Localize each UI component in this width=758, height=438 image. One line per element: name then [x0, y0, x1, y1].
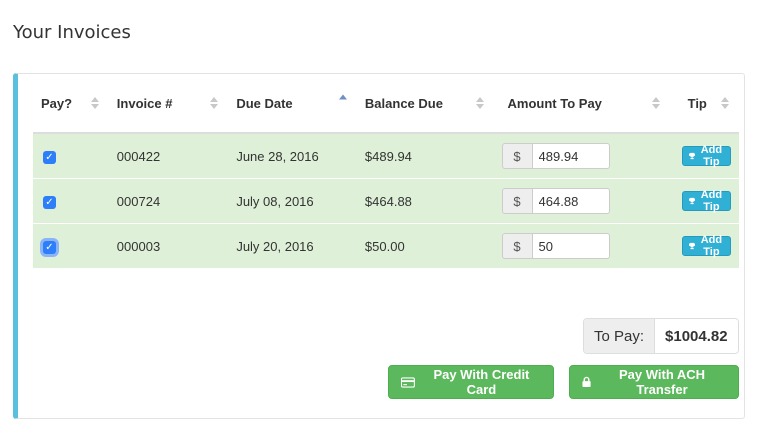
amount-cell: $ — [493, 223, 670, 268]
table-row: ✓ 000422 June 28, 2016 $489.94 $ 489.94 … — [33, 132, 739, 179]
currency-addon: $ — [501, 188, 532, 214]
header-due-date-label: Due Date — [236, 95, 293, 111]
credit-card-icon — [401, 376, 415, 388]
currency-addon: $ — [501, 143, 532, 169]
invoice-number: 000003 — [108, 223, 229, 268]
add-tip-label: Add Tip — [700, 144, 723, 168]
header-tip[interactable]: Tip — [669, 74, 739, 134]
pay-checkbox[interactable]: ✓ — [43, 241, 56, 255]
balance-due: $464.88 — [356, 178, 494, 224]
add-tip-label: Add Tip — [700, 234, 723, 258]
sort-icon[interactable] — [90, 97, 99, 109]
header-due-date[interactable]: Due Date — [228, 74, 357, 134]
amount-input-group: $ — [501, 188, 610, 214]
sort-icon[interactable] — [721, 97, 729, 109]
pay-cell: ✓ — [33, 132, 109, 179]
balance-due: $489.94 — [356, 132, 494, 179]
trophy-icon — [688, 242, 695, 250]
invoices-table-wrap: Pay? Invoice # Due Date Balance Due Amou… — [33, 74, 739, 268]
lock-icon — [582, 376, 591, 387]
amount-input[interactable] — [531, 143, 610, 169]
invoices-panel: Pay? Invoice # Due Date Balance Due Amou… — [13, 73, 745, 419]
invoices-table: Pay? Invoice # Due Date Balance Due Amou… — [33, 74, 739, 268]
header-amount-label: Amount To Pay — [507, 95, 602, 111]
amount-input-group: $ — [501, 143, 610, 169]
invoice-number: 000422 — [108, 132, 229, 179]
checkmark-icon: ✓ — [45, 241, 54, 253]
add-tip-button[interactable]: Add Tip — [681, 189, 731, 213]
invoice-number: 000724 — [108, 178, 229, 224]
sort-icon[interactable] — [475, 97, 484, 109]
table-header-row: Pay? Invoice # Due Date Balance Due Amou… — [33, 74, 739, 134]
due-date: June 28, 2016 — [228, 132, 357, 179]
tip-cell: Add Tip — [669, 132, 739, 179]
header-pay-label: Pay? — [41, 95, 73, 111]
amount-input[interactable] — [531, 188, 610, 214]
pay-cell: ✓ — [33, 178, 109, 224]
pay-ach-label: Pay With ACH Transfer — [619, 367, 706, 397]
checkmark-icon: ✓ — [45, 151, 54, 163]
header-balance[interactable]: Balance Due — [356, 74, 494, 134]
add-tip-button[interactable]: Add Tip — [681, 234, 731, 258]
to-pay-summary: To Pay: $1004.82 — [583, 318, 739, 354]
to-pay-label: To Pay: — [584, 319, 656, 353]
due-date: July 08, 2016 — [228, 178, 357, 224]
amount-input[interactable] — [531, 233, 610, 259]
pay-credit-card-button[interactable]: Pay With Credit Card — [388, 365, 554, 399]
header-pay[interactable]: Pay? — [33, 74, 109, 134]
header-invoice[interactable]: Invoice # — [108, 74, 229, 134]
header-invoice-label: Invoice # — [116, 95, 173, 111]
tip-cell: Add Tip — [669, 223, 739, 268]
trophy-icon — [688, 152, 695, 160]
pay-cell: ✓ — [33, 223, 109, 268]
pay-checkbox[interactable]: ✓ — [43, 151, 56, 165]
amount-cell: $ — [493, 132, 670, 179]
sort-icon[interactable] — [210, 97, 219, 109]
trophy-icon — [688, 197, 695, 205]
pay-checkbox[interactable]: ✓ — [43, 196, 56, 210]
table-row: ✓ 000003 July 20, 2016 $50.00 $ 50 Add T… — [33, 223, 739, 268]
balance-due: $50.00 — [356, 223, 494, 268]
tip-cell: Add Tip — [669, 178, 739, 224]
header-balance-label: Balance Due — [364, 95, 443, 111]
due-date: July 20, 2016 — [228, 223, 357, 268]
sort-icon[interactable] — [651, 97, 660, 109]
checkmark-icon: ✓ — [45, 196, 54, 208]
page-title: Your Invoices — [13, 22, 131, 43]
table-row: ✓ 000724 July 08, 2016 $464.88 $ 464.88 … — [33, 178, 739, 224]
currency-addon: $ — [501, 233, 532, 259]
pay-credit-card-label: Pay With Credit Card — [433, 367, 530, 397]
header-amount[interactable]: Amount To Pay — [493, 74, 670, 134]
to-pay-total: $1004.82 — [655, 319, 738, 353]
add-tip-label: Add Tip — [700, 189, 723, 213]
amount-input-group: $ — [501, 233, 610, 259]
add-tip-button[interactable]: Add Tip — [681, 144, 731, 168]
header-tip-label: Tip — [687, 95, 707, 111]
amount-cell: $ — [493, 178, 670, 224]
pay-ach-button[interactable]: Pay With ACH Transfer — [569, 365, 739, 399]
sort-ascending-icon[interactable] — [338, 94, 347, 100]
